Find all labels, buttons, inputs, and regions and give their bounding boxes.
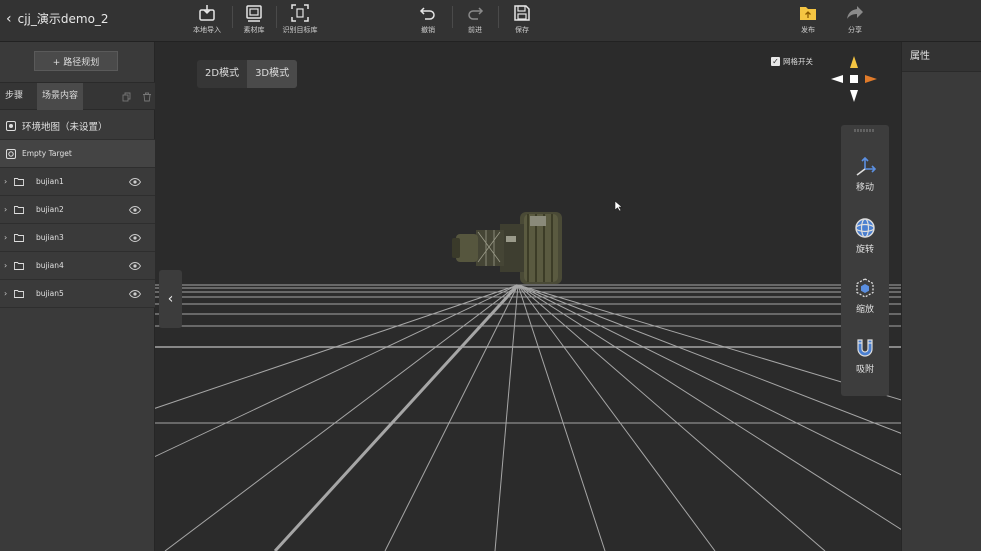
engine-model[interactable]: [450, 208, 580, 288]
empty-target-label: Empty Target: [22, 149, 72, 158]
environment-map-row[interactable]: 环境地图（未设置）: [0, 112, 155, 140]
drag-handle-icon[interactable]: [853, 128, 877, 133]
library-label: 素材库: [243, 26, 265, 34]
folder-icon: [14, 233, 24, 242]
undo-label: 撤销: [421, 26, 435, 34]
eye-icon[interactable]: [129, 205, 141, 214]
share-button[interactable]: 分享: [832, 3, 878, 35]
list-item[interactable]: › bujian2: [0, 196, 155, 224]
mode-3d-button[interactable]: 3D模式: [247, 60, 298, 88]
mode-2d-button[interactable]: 2D模式: [197, 60, 247, 88]
scale-label: 缩放: [855, 305, 874, 315]
snap-tool-button[interactable]: 吸附: [841, 337, 889, 375]
grid-toggle[interactable]: ✓ 网格开关: [771, 56, 813, 67]
rotate-icon: [855, 218, 875, 238]
eye-icon[interactable]: [129, 261, 141, 270]
item-name: bujian2: [36, 205, 64, 214]
publish-label: 发布: [801, 26, 815, 34]
import-icon: [199, 5, 215, 21]
list-item[interactable]: › bujian1: [0, 168, 155, 196]
share-label: 分享: [848, 26, 862, 34]
collapse-left-panel-button[interactable]: ‹: [159, 270, 182, 328]
view-mode-switch: 2D模式 3D模式: [197, 60, 298, 88]
tab-scene-content[interactable]: 场景内容: [37, 83, 84, 110]
list-item[interactable]: › bujian4: [0, 252, 155, 280]
chevron-left-icon: ‹: [167, 291, 174, 307]
properties-panel: 属性: [901, 42, 981, 551]
redo-button[interactable]: 前进: [452, 3, 498, 35]
publish-button[interactable]: 发布: [785, 3, 831, 35]
editor-app: ‹ cjj_演示demo_2 本地导入 素材库 识别目标库 撤销 前进 保存 发…: [0, 0, 981, 551]
move-icon: [856, 156, 876, 176]
trash-icon[interactable]: [142, 92, 152, 102]
target-library-button[interactable]: 识别目标库: [277, 3, 323, 35]
scale-tool-button[interactable]: 缩放: [841, 277, 889, 315]
save-button[interactable]: 保存: [499, 3, 545, 35]
top-toolbar: ‹ cjj_演示demo_2 本地导入 素材库 识别目标库 撤销 前进 保存 发…: [0, 0, 981, 42]
route-planning-button[interactable]: + 路径规划: [34, 51, 118, 71]
check-icon[interactable]: ✓: [771, 57, 780, 66]
library-icon: [246, 5, 262, 22]
publish-icon: [800, 7, 816, 20]
project-title: cjj_演示demo_2: [17, 12, 109, 26]
import-label: 本地导入: [193, 26, 221, 34]
ground-grid: [155, 283, 901, 551]
chevron-right-icon[interactable]: ›: [4, 177, 12, 186]
save-icon: [514, 5, 530, 21]
item-name: bujian1: [36, 177, 64, 186]
target-library-label: 识别目标库: [282, 26, 318, 34]
properties-title: 属性: [902, 42, 981, 72]
mouse-cursor-icon: [614, 200, 623, 212]
grid-toggle-label: 网格开关: [783, 57, 813, 66]
panel-tabs: 步骤 场景内容: [0, 82, 155, 110]
item-name: bujian4: [36, 261, 64, 270]
magnet-icon: [857, 339, 873, 357]
undo-button[interactable]: 撤销: [405, 3, 451, 35]
import-button[interactable]: 本地导入: [184, 3, 230, 35]
rotate-tool-button[interactable]: 旋转: [841, 217, 889, 255]
folder-icon: [14, 177, 24, 186]
transform-toolbox: 移动 旋转 缩放 吸附: [841, 125, 889, 396]
orientation-gizmo-icon[interactable]: [831, 56, 877, 102]
eye-icon[interactable]: [129, 289, 141, 298]
redo-icon: [468, 7, 484, 20]
move-label: 移动: [855, 183, 874, 193]
library-button[interactable]: 素材库: [231, 3, 277, 35]
map-icon: [6, 120, 16, 131]
undo-icon: [419, 7, 435, 20]
environment-map-label: 环境地图（未设置）: [22, 121, 108, 133]
snap-label: 吸附: [855, 365, 874, 375]
chevron-right-icon[interactable]: ›: [4, 261, 12, 270]
folder-icon: [14, 261, 24, 270]
scale-icon: [856, 278, 874, 298]
eye-icon[interactable]: [129, 233, 141, 242]
chevron-right-icon[interactable]: ›: [4, 205, 12, 214]
share-icon: [847, 6, 863, 19]
list-item[interactable]: › bujian5: [0, 280, 155, 308]
redo-label: 前进: [468, 26, 482, 34]
scene-panel: + 路径规划 步骤 场景内容 环境地图（未设置） Empty Target › …: [0, 42, 155, 551]
chevron-right-icon[interactable]: ›: [4, 233, 12, 242]
rotate-label: 旋转: [855, 245, 874, 255]
folder-icon: [14, 205, 24, 214]
tab-steps[interactable]: 步骤: [0, 83, 28, 110]
eye-icon[interactable]: [129, 177, 141, 186]
save-label: 保存: [515, 26, 529, 34]
copy-icon[interactable]: [122, 92, 132, 102]
empty-target-row[interactable]: Empty Target: [0, 140, 155, 168]
target-icon: [6, 148, 16, 159]
item-name: bujian5: [36, 289, 64, 298]
move-tool-button[interactable]: 移动: [841, 155, 889, 193]
chevron-right-icon[interactable]: ›: [4, 289, 12, 298]
target-library-icon: [291, 4, 309, 22]
folder-icon: [14, 289, 24, 298]
item-name: bujian3: [36, 233, 64, 242]
list-item[interactable]: › bujian3: [0, 224, 155, 252]
3d-viewport[interactable]: ‹ 2D模式 3D模式 ✓ 网格开关 移动 旋转 缩放 吸附: [155, 42, 901, 551]
chevron-left-icon: ‹: [6, 10, 12, 27]
back-button[interactable]: ‹ cjj_演示demo_2: [6, 10, 109, 27]
